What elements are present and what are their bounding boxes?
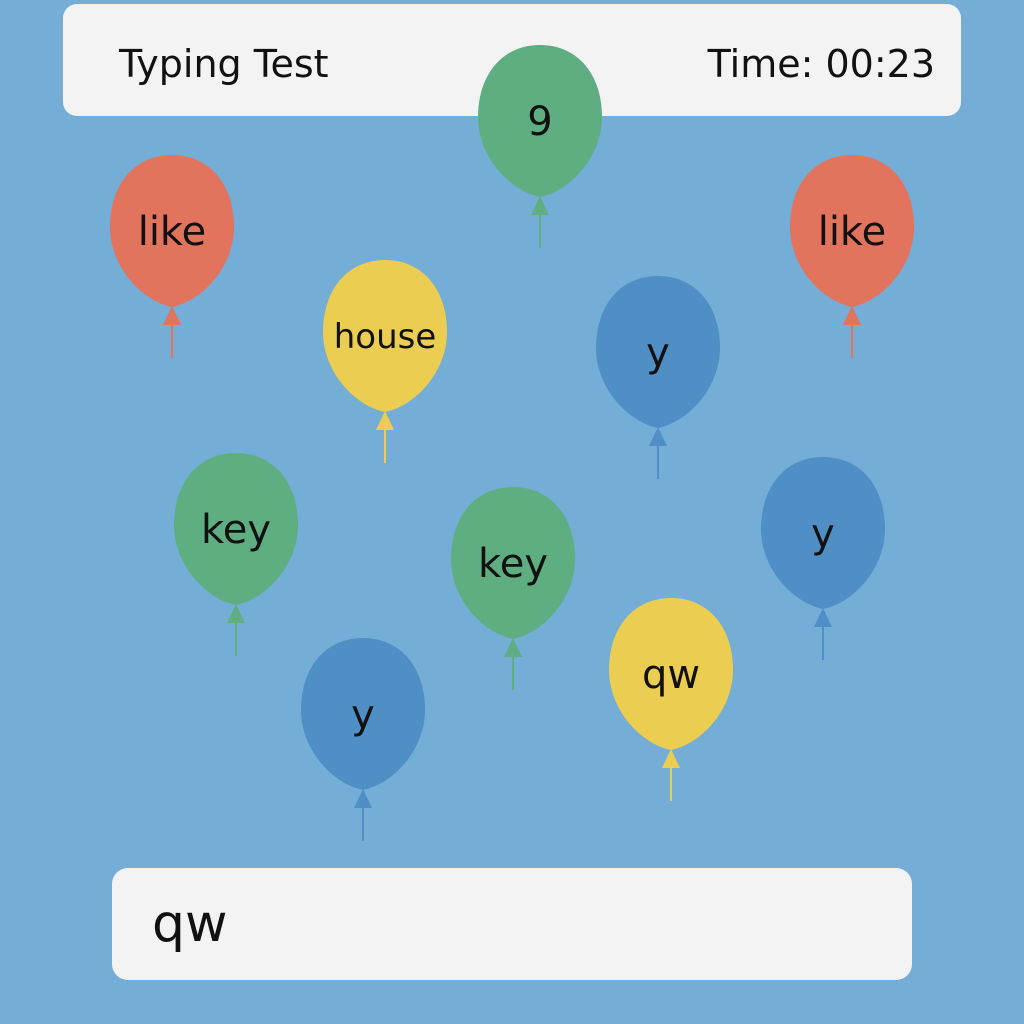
timer-display: Time: 00:23 — [707, 42, 935, 86]
balloon-shape — [609, 598, 733, 801]
balloon: like — [790, 155, 914, 360]
balloon-shape — [451, 487, 575, 690]
balloon-word: like — [817, 209, 887, 255]
balloon-word: y — [646, 330, 670, 376]
balloon: key — [451, 487, 575, 692]
balloon-word: 9 — [527, 99, 553, 145]
balloon-shape — [110, 155, 234, 358]
balloon: like — [110, 155, 234, 360]
balloon-word: key — [200, 507, 272, 553]
balloon-shape — [301, 638, 425, 841]
balloon-word: y — [811, 511, 835, 557]
typing-input[interactable] — [112, 868, 912, 980]
balloon: y — [596, 276, 720, 481]
balloon-shape — [174, 453, 298, 656]
balloon: house — [323, 260, 447, 465]
balloon-shape — [478, 45, 602, 248]
balloon: key — [174, 453, 298, 658]
balloon-word: key — [477, 541, 549, 587]
balloon-shape — [596, 276, 720, 479]
balloon-shape — [323, 260, 447, 463]
balloon-word: like — [137, 209, 207, 255]
balloon: 9 — [478, 45, 602, 250]
balloon-shape — [790, 155, 914, 358]
balloon-shape — [761, 457, 885, 660]
balloon-word: house — [333, 317, 437, 357]
balloon-word: y — [351, 692, 375, 738]
balloon: qw — [609, 598, 733, 803]
balloon: y — [761, 457, 885, 662]
balloon-word: qw — [641, 652, 701, 698]
balloon: y — [301, 638, 425, 843]
app-title: Typing Test — [119, 42, 329, 86]
